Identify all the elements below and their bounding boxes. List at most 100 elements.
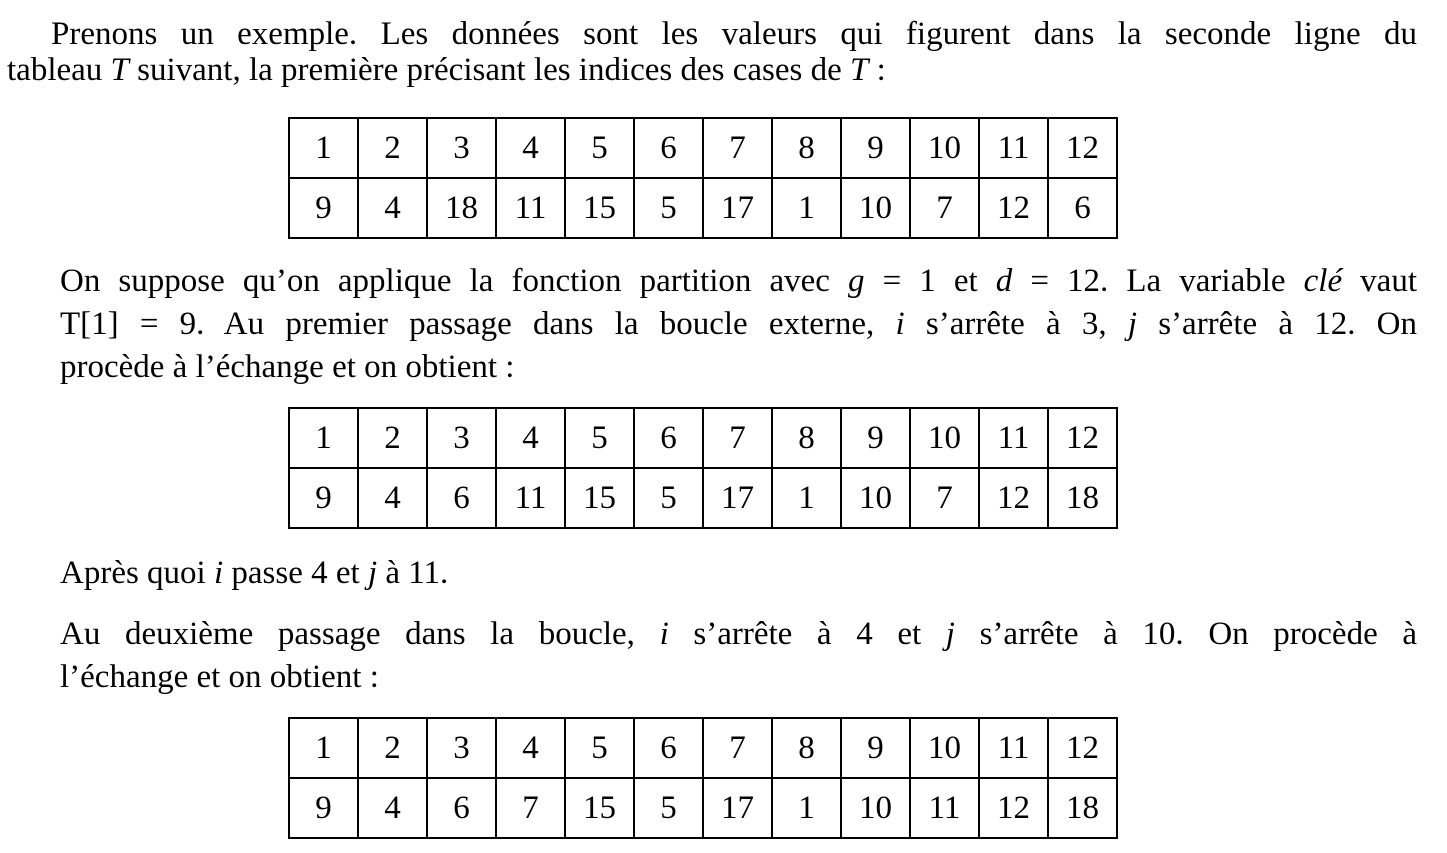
- value-cell: 5: [633, 777, 704, 839]
- index-cell: 9: [840, 407, 911, 469]
- index-cell: 2: [357, 117, 428, 179]
- index-cell: 8: [771, 117, 842, 179]
- index-cell: 9: [840, 717, 911, 779]
- p4-text-c: s’arrête à 10. On procède à: [954, 616, 1417, 652]
- value-cell: 5: [633, 467, 704, 529]
- value-cell: 18: [1047, 467, 1118, 529]
- value-cell: 9: [288, 177, 359, 239]
- partition-line-2: T[1] = 9. Au premier passage dans la bou…: [60, 306, 1417, 342]
- value-cell: 5: [633, 177, 704, 239]
- value-cell: 15: [564, 467, 635, 529]
- value-cell: 10: [840, 467, 911, 529]
- value-cell: 9: [288, 777, 359, 839]
- index-cell: 4: [495, 117, 566, 179]
- value-cell: 15: [564, 177, 635, 239]
- value-row: 9 4 18 11 15 5 17 1 10 7 12 6: [288, 177, 1118, 239]
- value-cell: 7: [909, 177, 980, 239]
- index-cell: 2: [357, 407, 428, 469]
- p3-text-a: Après quoi: [60, 555, 214, 591]
- index-cell: 5: [564, 407, 635, 469]
- value-cell: 9: [288, 467, 359, 529]
- array-table-1: 1 2 3 4 5 6 7 8 9 10 11 12 9 4 18 11 15 5 17 1 10 7 12 6: [288, 117, 1118, 239]
- value-cell: 4: [357, 777, 428, 839]
- index-cell: 5: [564, 717, 635, 779]
- second-pass-line-2: l’échange et on obtient :: [60, 659, 1417, 695]
- intro-text-c: :: [868, 52, 886, 88]
- value-cell: 12: [978, 177, 1049, 239]
- index-cell: 5: [564, 117, 635, 179]
- index-cell: 10: [909, 117, 980, 179]
- value-cell: 12: [978, 777, 1049, 839]
- value-cell: 4: [357, 177, 428, 239]
- index-row: 1 2 3 4 5 6 7 8 9 10 11 12: [288, 407, 1118, 469]
- p2-text-e: vaut: [1342, 263, 1417, 299]
- index-row: 1 2 3 4 5 6 7 8 9 10 11 12: [288, 717, 1118, 779]
- second-pass-paragraph: Au deuxième passage dans la boucle, i s’…: [60, 616, 1417, 695]
- index-cell: 9: [840, 117, 911, 179]
- intro-paragraph: Prenons un exemple. Les données sont les…: [7, 16, 1417, 88]
- index-cell: 2: [357, 717, 428, 779]
- p4-text-a: Au deuxième passage dans la boucle,: [60, 616, 660, 652]
- value-row: 9 4 6 7 15 5 17 1 10 11 12 18: [288, 777, 1118, 839]
- p2-line3-text: procède à l’échange et on obtient :: [60, 349, 515, 385]
- index-cell: 6: [633, 717, 704, 779]
- value-cell: 7: [909, 467, 980, 529]
- value-cell: 12: [978, 467, 1049, 529]
- p2-line2-text-b: s’arrête à 3,: [904, 306, 1128, 342]
- index-cell: 12: [1047, 407, 1118, 469]
- value-cell: 6: [426, 467, 497, 529]
- array-table-2: 1 2 3 4 5 6 7 8 9 10 11 12 9 4 6 11 15 5 17 1 10 7 12 18: [288, 407, 1118, 529]
- value-cell: 18: [426, 177, 497, 239]
- intro-var-T: T: [110, 52, 129, 88]
- value-cell: 6: [1047, 177, 1118, 239]
- after-paragraph: Après quoi i passe 4 et j à 11.: [60, 555, 448, 591]
- value-cell: 15: [564, 777, 635, 839]
- after-line: Après quoi i passe 4 et j à 11.: [60, 555, 448, 591]
- value-cell: 1: [771, 777, 842, 839]
- index-cell: 7: [702, 117, 773, 179]
- index-cell: 3: [426, 117, 497, 179]
- p2-var-cle: clé: [1303, 263, 1343, 299]
- partition-line-3: procède à l’échange et on obtient :: [60, 349, 1417, 385]
- value-cell: 7: [495, 777, 566, 839]
- index-cell: 11: [978, 717, 1049, 779]
- value-cell: 1: [771, 467, 842, 529]
- p4-line2-text: l’échange et on obtient :: [60, 659, 379, 695]
- index-cell: 7: [702, 717, 773, 779]
- p2-text-c: = 12. La variable: [1012, 263, 1304, 299]
- intro-var-T2: T: [850, 52, 869, 88]
- index-cell: 10: [909, 717, 980, 779]
- p2-line2-text-c: s’arrête à 12. On: [1137, 306, 1417, 342]
- value-cell: 6: [426, 777, 497, 839]
- value-cell: 4: [357, 467, 428, 529]
- value-cell: 10: [840, 177, 911, 239]
- second-pass-line-1: Au deuxième passage dans la boucle, i s’…: [60, 616, 1417, 652]
- index-cell: 12: [1047, 117, 1118, 179]
- p3-text-c: à 11.: [377, 555, 449, 591]
- intro-line-2: tableau T suivant, la première précisant…: [7, 52, 1417, 88]
- intro-text-a: tableau: [7, 52, 111, 88]
- intro-text-b: suivant, la première précisant les indic…: [128, 52, 851, 88]
- intro-line-1: Prenons un exemple. Les données sont les…: [7, 16, 1417, 52]
- p2-var-j: j: [1127, 306, 1137, 342]
- value-cell: 10: [840, 777, 911, 839]
- value-cell: 17: [702, 467, 773, 529]
- p4-var-j: j: [945, 616, 955, 652]
- p2-text-a: On suppose qu’on applique la fonction pa…: [60, 263, 848, 299]
- index-cell: 10: [909, 407, 980, 469]
- value-cell: 11: [909, 777, 980, 839]
- index-cell: 11: [978, 407, 1049, 469]
- index-cell: 3: [426, 717, 497, 779]
- index-cell: 1: [288, 717, 359, 779]
- index-cell: 6: [633, 407, 704, 469]
- index-row: 1 2 3 4 5 6 7 8 9 10 11 12: [288, 117, 1118, 179]
- value-cell: 1: [771, 177, 842, 239]
- index-cell: 1: [288, 407, 359, 469]
- partition-line-1: On suppose qu’on applique la fonction pa…: [60, 263, 1417, 299]
- index-cell: 8: [771, 717, 842, 779]
- value-cell: 18: [1047, 777, 1118, 839]
- p4-text-b: s’arrête à 4 et: [668, 616, 946, 652]
- p2-var-d: d: [995, 263, 1013, 299]
- p2-line2-text-a: T[1] = 9. Au premier passage dans la bou…: [60, 306, 896, 342]
- value-row: 9 4 6 11 15 5 17 1 10 7 12 18: [288, 467, 1118, 529]
